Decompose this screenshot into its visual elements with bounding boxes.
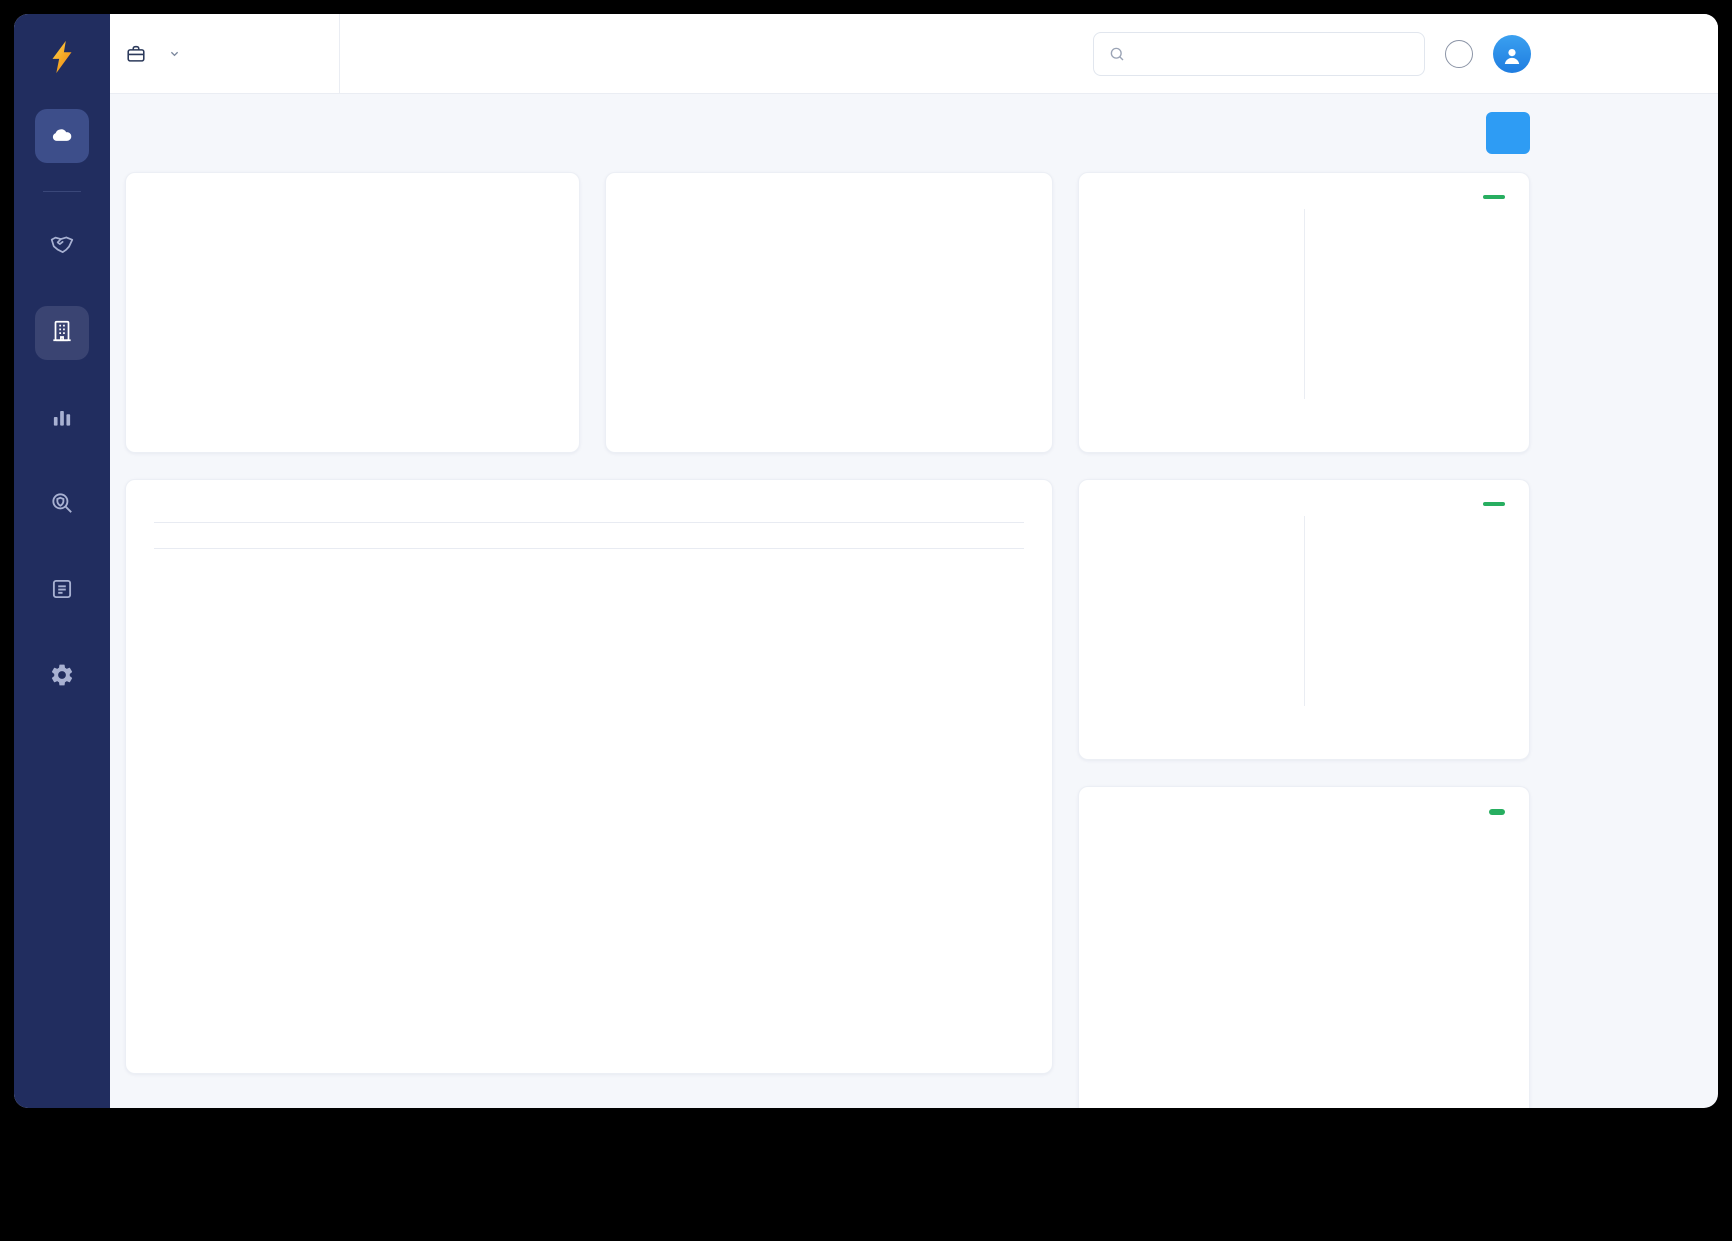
current-evaluation <box>1480 809 1505 815</box>
bar-chart-icon <box>49 404 75 435</box>
gear-icon <box>49 662 75 693</box>
avatar[interactable] <box>1493 35 1531 73</box>
cyber-posture-card <box>1078 172 1530 453</box>
search-input[interactable] <box>1135 46 1410 62</box>
app-window <box>14 14 1718 1108</box>
cyber-rating-bar <box>1124 269 1282 274</box>
search-box[interactable] <box>1093 32 1425 76</box>
donut-center <box>292 232 414 354</box>
page-content <box>110 94 1718 1108</box>
help-button[interactable] <box>1445 40 1473 68</box>
portfolio-selector[interactable] <box>110 14 340 93</box>
clipboard-icon <box>49 576 75 607</box>
sidebar-item-cloud[interactable] <box>35 109 89 163</box>
handshake-icon <box>49 232 75 263</box>
briefcase-icon <box>125 43 147 65</box>
suppliers-in-review-card <box>125 479 1053 1074</box>
avg-rating-badge <box>1483 502 1505 506</box>
questionnaires-card <box>1078 479 1530 760</box>
risk-donut <box>265 205 441 381</box>
logo-icon <box>43 38 81 76</box>
sidebar-divider <box>43 191 81 192</box>
chevron-down-icon <box>167 46 182 61</box>
cloud-icon <box>49 121 75 152</box>
risk-rating-breakdown-card <box>125 172 580 453</box>
sidebar-item-analytics[interactable] <box>35 392 89 446</box>
sidebar-item-suppliers[interactable] <box>35 306 89 360</box>
sidebar-item-risk-insights[interactable] <box>35 478 89 532</box>
main-area <box>110 14 1718 1108</box>
sidebar-item-assessments[interactable] <box>35 564 89 618</box>
sidebar <box>14 14 110 1108</box>
avg-rating <box>1474 502 1505 506</box>
questionnaires-rating-bar <box>1124 565 1282 570</box>
current-badge <box>1489 809 1505 815</box>
user-icon <box>1500 44 1524 68</box>
app-logo[interactable] <box>43 38 81 81</box>
evaluation-type-card <box>1078 786 1530 1108</box>
avg-rating-badge <box>1483 195 1505 199</box>
building-icon <box>49 318 75 349</box>
risk-by-business-impact-card <box>605 172 1053 453</box>
search-icon <box>1108 45 1126 63</box>
add-supplier-button[interactable] <box>1486 112 1530 154</box>
sidebar-item-settings[interactable] <box>35 650 89 704</box>
shield-search-icon <box>49 490 75 521</box>
topbar <box>110 14 1718 94</box>
table-header <box>154 523 1024 549</box>
sidebar-item-partners[interactable] <box>35 220 89 274</box>
avg-rating <box>1474 195 1505 199</box>
